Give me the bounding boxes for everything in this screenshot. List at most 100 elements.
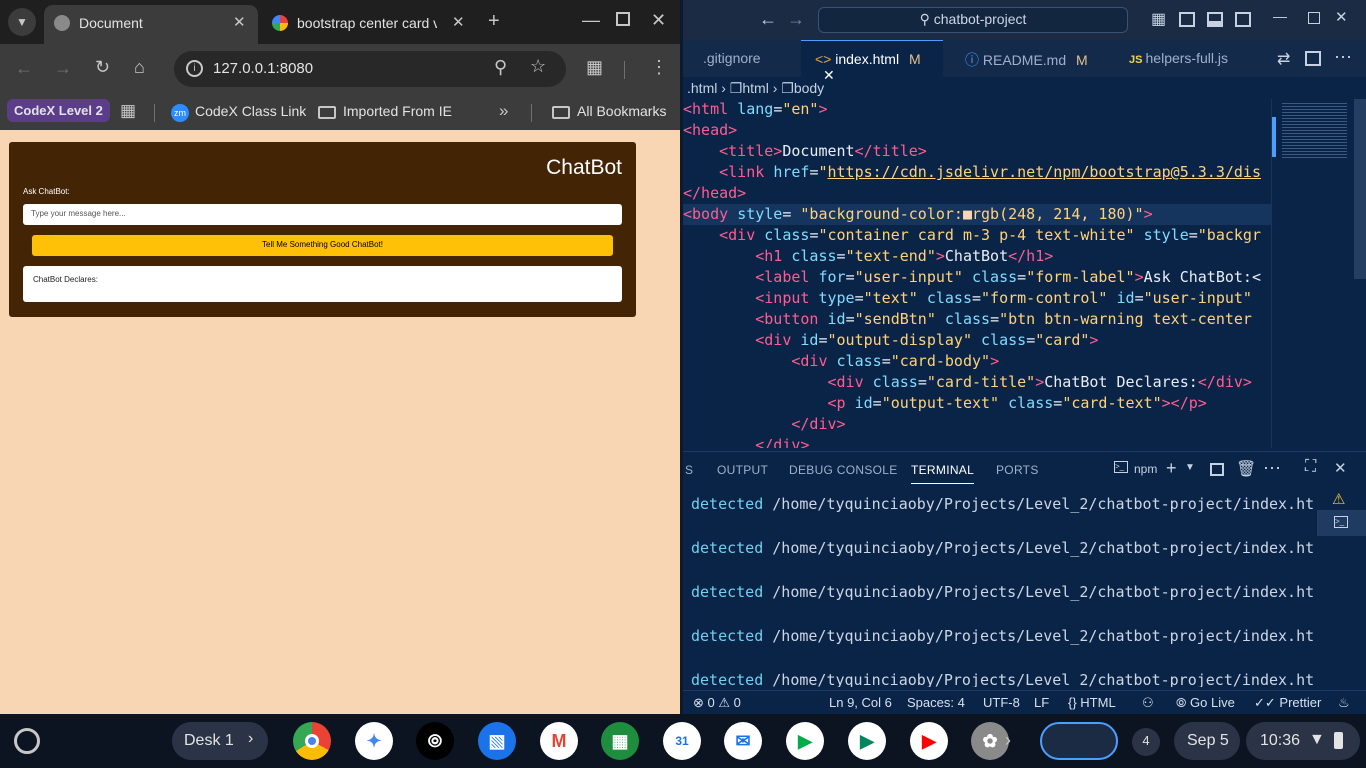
chat-app-icon[interactable]: ✉ (724, 722, 762, 760)
toggle-panel-icon[interactable] (1207, 12, 1223, 27)
split-terminal-icon[interactable] (1210, 463, 1224, 476)
tab-search-button[interactable]: ▼ (8, 8, 36, 36)
more-actions-icon[interactable]: ⋯ (1334, 47, 1352, 68)
address-bar[interactable]: i 127.0.0.1:8080 ⚲ ☆ (174, 51, 566, 87)
indentation[interactable]: Spaces: 4 (907, 695, 965, 710)
desk-switcher[interactable]: Desk 1 › (172, 722, 268, 760)
toggle-secondary-sidebar-icon[interactable] (1235, 12, 1251, 27)
profile-chip[interactable]: CodeX Level 2 (7, 99, 110, 122)
tab-gitignore[interactable]: .gitignore (683, 40, 799, 77)
terminal-output[interactable]: detected /home/tyquinciaoby/Projects/Lev… (683, 487, 1313, 687)
vscode-app-icon[interactable] (1040, 722, 1118, 760)
minimize-icon[interactable]: — (582, 10, 600, 31)
close-tab-icon[interactable]: ✕ (452, 13, 465, 31)
back-icon[interactable]: ← (15, 58, 33, 79)
scrollbar[interactable] (1354, 99, 1366, 279)
youtube-app-icon[interactable]: ▶ (910, 722, 948, 760)
date-tray[interactable]: Sep 5 (1174, 722, 1240, 760)
command-center-search[interactable]: ⚲ chatbot-project (818, 7, 1128, 33)
terminal-profile[interactable]: npm (1134, 462, 1157, 476)
chevron-right-icon[interactable]: › (248, 730, 253, 748)
status-tray[interactable]: 10:36 ▼ (1246, 722, 1360, 760)
extensions-icon[interactable]: ▦ (586, 57, 603, 78)
more-actions-icon[interactable]: ⋯ (1263, 458, 1281, 479)
maximize-icon[interactable] (616, 12, 630, 26)
gemini-app-icon[interactable]: ✦ (355, 722, 393, 760)
chrome-app-icon[interactable] (293, 722, 331, 760)
back-icon[interactable]: ← (759, 9, 777, 30)
toggle-sidebar-icon[interactable] (1179, 12, 1195, 27)
play-store-app-icon[interactable]: ▶ (848, 722, 886, 760)
minimap-slider[interactable] (1272, 117, 1276, 157)
panel-tab-output[interactable]: OUTPUT (717, 463, 768, 477)
zoom-icon[interactable]: ⚲ (494, 57, 507, 78)
problems-status[interactable]: ⊗ 0 ⚠ 0 (693, 695, 741, 711)
prettier-button[interactable]: ✓✓ Prettier (1254, 695, 1321, 711)
bookmark-imported-from-ie[interactable]: Imported From IE (343, 103, 452, 119)
overflow-chevron-icon[interactable]: » (499, 101, 508, 121)
site-info-icon[interactable]: i (186, 60, 203, 77)
tab-index-html[interactable]: <> index.html M ✕ (801, 40, 943, 83)
panel-tab-ports[interactable]: PORTS (996, 463, 1039, 477)
tab-document[interactable]: Document ✕ (44, 5, 258, 44)
forward-icon[interactable]: → (54, 58, 72, 79)
maximize-panel-icon[interactable]: ⛶ (1305, 458, 1316, 476)
breadcrumb-body[interactable]: body (794, 80, 824, 96)
breadcrumb-file[interactable]: .html (687, 80, 717, 96)
language-mode[interactable]: {} HTML (1068, 695, 1116, 710)
line-ending[interactable]: LF (1034, 695, 1049, 710)
launcher-button[interactable] (14, 728, 40, 754)
message-input[interactable]: Type your message here... (23, 204, 622, 225)
apps-grid-icon[interactable]: ▦ (120, 101, 136, 121)
calendar-app-icon[interactable]: 31 (663, 722, 701, 760)
encoding[interactable]: UTF-8 (983, 695, 1020, 710)
close-panel-icon[interactable]: ✕ (1334, 459, 1347, 477)
terminal-line: detected /home/tyquinciaoby/Projects/Lev… (691, 627, 1313, 645)
panel-tab-debug-console[interactable]: DEBUG CONSOLE (789, 463, 898, 477)
new-terminal-icon[interactable]: + (1166, 458, 1177, 479)
chevron-right-icon[interactable]: › (1005, 730, 1011, 751)
minimap[interactable] (1271, 99, 1366, 448)
new-tab-icon[interactable]: + (488, 10, 500, 33)
customize-layout-icon[interactable]: ▦ (1151, 9, 1166, 29)
home-icon[interactable]: ⌂ (134, 57, 145, 78)
files-app-icon[interactable]: ▧ (478, 722, 516, 760)
maximize-icon[interactable] (1308, 12, 1320, 24)
all-bookmarks[interactable]: All Bookmarks (577, 103, 666, 119)
terminal-instance[interactable]: >_ (1317, 510, 1366, 536)
cast-app-icon[interactable]: ⦾ (416, 722, 454, 760)
tab-helpers-full[interactable]: JS helpers-full.js (1115, 40, 1265, 77)
cursor-position[interactable]: Ln 9, Col 6 (829, 695, 892, 710)
close-tab-icon[interactable]: ✕ (233, 13, 246, 31)
trash-icon[interactable]: 🗑 (1236, 459, 1256, 479)
warning-icon[interactable]: ⚠ (1332, 490, 1345, 508)
gmail-app-icon[interactable]: M (540, 722, 578, 760)
close-window-icon[interactable]: ✕ (651, 10, 666, 31)
copilot-icon[interactable]: ⚇ (1142, 695, 1154, 711)
close-window-icon[interactable]: ✕ (1335, 8, 1348, 26)
reload-icon[interactable]: ↻ (95, 57, 110, 78)
split-editor-icon[interactable] (1305, 51, 1321, 66)
send-button[interactable]: Tell Me Something Good ChatBot! (32, 235, 613, 256)
tab-readme[interactable]: ⓘ README.md M (951, 40, 1101, 77)
forward-icon[interactable]: → (787, 9, 805, 30)
photos-app-icon[interactable]: ✿ (971, 722, 1009, 760)
panel-tab-terminal[interactable]: TERMINAL (911, 463, 975, 484)
minimize-icon[interactable]: — (1273, 8, 1287, 24)
notification-badge[interactable]: 4 (1132, 728, 1160, 756)
bell-icon[interactable]: ♨ (1338, 695, 1350, 711)
go-live-button[interactable]: ⦾ Go Live (1176, 695, 1235, 711)
bookmark-codex-class-link[interactable]: CodeX Class Link (195, 103, 306, 119)
compare-icon[interactable]: ⇄ (1277, 49, 1290, 69)
code-editor[interactable]: <html lang="en"> <head> <title>Document</… (683, 99, 1271, 448)
chevron-down-icon[interactable]: ▼ (1185, 462, 1195, 473)
tab-bootstrap-search[interactable]: bootstrap center card ve ✕ (262, 5, 474, 44)
meet-app-icon[interactable]: ▶ (786, 722, 824, 760)
panel-tab-problems[interactable]: S (685, 463, 693, 477)
terminal-keyword: detected (691, 495, 764, 513)
breadcrumb-html[interactable]: html (742, 80, 768, 96)
bookmark-star-icon[interactable]: ☆ (530, 56, 546, 77)
classroom-app-icon[interactable]: ▦ (601, 722, 639, 760)
menu-icon[interactable]: ⋮ (650, 57, 668, 78)
